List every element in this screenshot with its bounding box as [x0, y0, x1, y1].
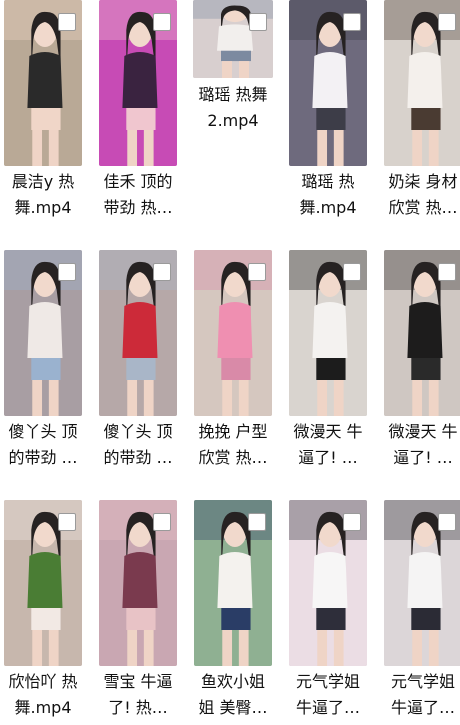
- file-name-line-1: 雪宝 牛逼: [103, 672, 173, 691]
- file-name-line-1: 元气学姐: [390, 672, 455, 691]
- file-name-line-1: 微漫天 牛: [388, 422, 458, 441]
- select-checkbox[interactable]: [153, 513, 171, 531]
- file-name-line-2: 逼了! …: [393, 448, 453, 467]
- file-name-line-1: 傻丫头 顶: [8, 422, 78, 441]
- file-item[interactable]: 璐瑶 热舞.mp4: [285, 0, 371, 225]
- file-item[interactable]: 奶柒 身材欣赏 热…: [380, 0, 460, 225]
- file-name-line-2: 舞.mp4: [14, 698, 72, 717]
- file-item[interactable]: 傻丫头 顶的带劲 …: [95, 250, 181, 475]
- file-item[interactable]: 微漫天 牛逼了! …: [285, 250, 371, 475]
- select-checkbox[interactable]: [153, 13, 171, 31]
- file-name-line-2: 舞.mp4: [299, 198, 357, 217]
- file-name-line-2: 逼了! …: [298, 448, 358, 467]
- file-name-line-2: 2.mp4: [207, 111, 259, 130]
- file-name-line-2: 牛逼了…: [295, 698, 360, 717]
- file-item[interactable]: 挽挽 户型欣赏 热…: [190, 250, 276, 475]
- select-checkbox[interactable]: [343, 13, 361, 31]
- select-checkbox[interactable]: [438, 263, 456, 281]
- file-item[interactable]: 欣怡吖 热舞.mp4: [0, 500, 86, 725]
- file-item[interactable]: 元气学姐牛逼了…: [380, 500, 460, 725]
- file-name-line-1: 佳禾 顶的: [103, 172, 173, 191]
- select-checkbox[interactable]: [438, 513, 456, 531]
- file-name-line-1: 微漫天 牛: [293, 422, 363, 441]
- file-item[interactable]: 晨洁y 热舞.mp4: [0, 0, 86, 225]
- select-checkbox[interactable]: [248, 263, 266, 281]
- file-name-line-1: 欣怡吖 热: [8, 672, 78, 691]
- file-item[interactable]: 傻丫头 顶的带劲 …: [0, 250, 86, 475]
- select-checkbox[interactable]: [58, 263, 76, 281]
- file-name-line-2: 欣赏 热…: [388, 198, 458, 217]
- file-item[interactable]: 雪宝 牛逼了! 热…: [95, 500, 181, 725]
- video-thumbnail[interactable]: [193, 0, 273, 78]
- file-item[interactable]: 佳禾 顶的带劲 热…: [95, 0, 181, 225]
- file-name-line-2: 舞.mp4: [14, 198, 72, 217]
- select-checkbox[interactable]: [58, 13, 76, 31]
- file-grid: 晨洁y 热舞.mp4 佳禾 顶的 带劲 热… 璐瑶 热舞 2.mp4 璐瑶 热舞.mp4 奶…: [0, 0, 460, 725]
- file-name-line-2: 姐 美臀…: [198, 698, 268, 717]
- file-name-line-2: 的带劲 …: [8, 448, 78, 467]
- file-item[interactable]: 微漫天 牛逼了! …: [380, 250, 460, 475]
- file-item[interactable]: 璐瑶 热舞 2.mp4: [190, 0, 276, 225]
- file-name-line-1: 鱼欢小姐: [200, 672, 265, 691]
- select-checkbox[interactable]: [343, 513, 361, 531]
- file-name-line-1: 璐瑶 热: [301, 172, 355, 191]
- file-name-line-2: 了! 热…: [108, 698, 168, 717]
- file-item[interactable]: 鱼欢小姐姐 美臀…: [190, 500, 276, 725]
- file-name-line-1: 晨洁y 热: [11, 172, 75, 191]
- file-name-line-1: 元气学姐: [295, 672, 360, 691]
- file-name-line-1: 奶柒 身材: [388, 172, 458, 191]
- file-item[interactable]: 元气学姐牛逼了…: [285, 500, 371, 725]
- file-name-line-2: 带劲 热…: [103, 198, 173, 217]
- select-checkbox[interactable]: [58, 513, 76, 531]
- select-checkbox[interactable]: [343, 263, 361, 281]
- select-checkbox[interactable]: [249, 13, 267, 31]
- select-checkbox[interactable]: [248, 513, 266, 531]
- select-checkbox[interactable]: [438, 13, 456, 31]
- file-name-line-2: 牛逼了…: [390, 698, 455, 717]
- file-name-line-1: 傻丫头 顶: [103, 422, 173, 441]
- file-name-line-1: 挽挽 户型: [198, 422, 268, 441]
- file-name-line-1: 璐瑶 热舞: [198, 85, 268, 104]
- select-checkbox[interactable]: [153, 263, 171, 281]
- file-name-line-2: 欣赏 热…: [198, 448, 268, 467]
- file-name-line-2: 的带劲 …: [103, 448, 173, 467]
